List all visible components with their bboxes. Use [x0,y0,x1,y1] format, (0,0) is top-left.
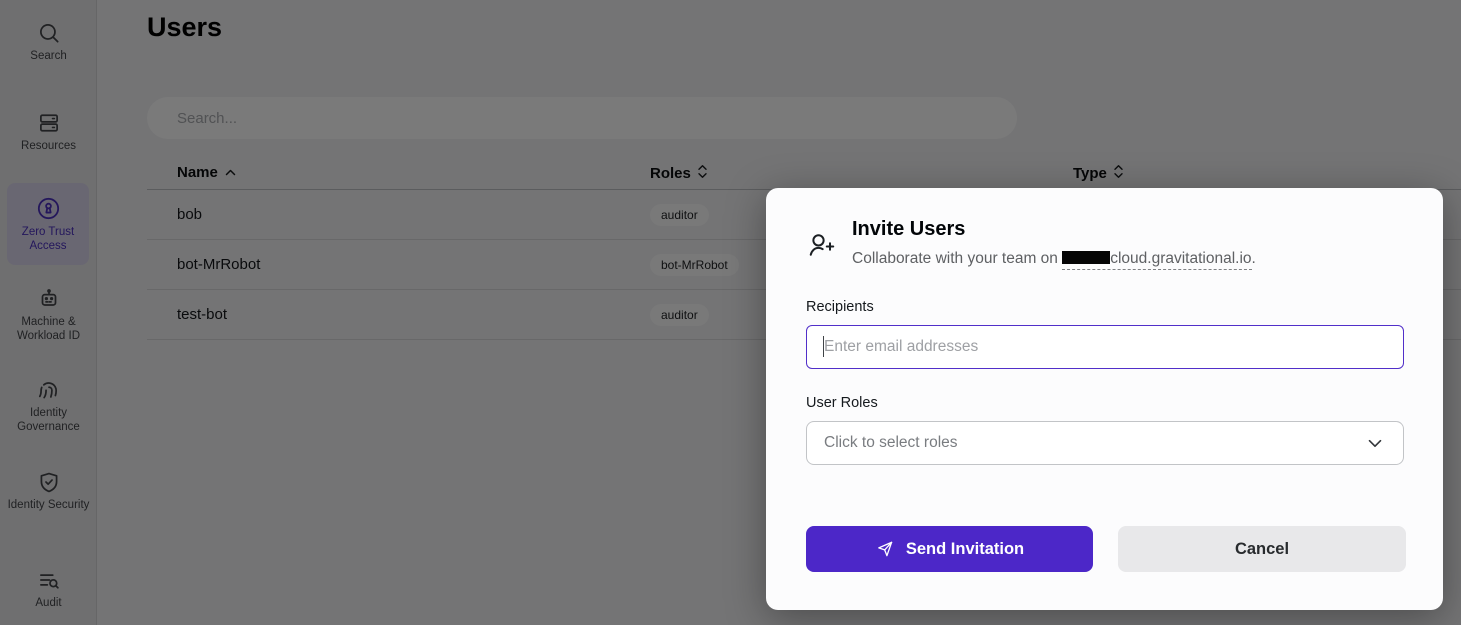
recipients-input[interactable] [806,325,1404,369]
roles-select[interactable]: Click to select roles [806,421,1404,465]
invite-users-modal: Invite Users Collaborate with your team … [766,188,1443,610]
modal-title: Invite Users [852,218,965,241]
chevron-down-icon [1364,432,1386,454]
recipients-label: Recipients [806,299,874,315]
paper-plane-icon [875,539,895,559]
app-screen: Search Resources Zero Trust Access Machi… [0,0,1461,625]
cluster-domain: cloud.gravitational.io [1062,250,1251,270]
send-invitation-button[interactable]: Send Invitation [806,526,1093,572]
redacted-tenant-name [1062,251,1110,264]
text-cursor [823,336,824,357]
user-roles-label: User Roles [806,395,878,411]
cancel-button[interactable]: Cancel [1118,526,1406,572]
user-plus-icon [806,230,836,265]
roles-select-placeholder: Click to select roles [824,434,958,452]
modal-subtitle: Collaborate with your team on cloud.grav… [852,250,1256,268]
